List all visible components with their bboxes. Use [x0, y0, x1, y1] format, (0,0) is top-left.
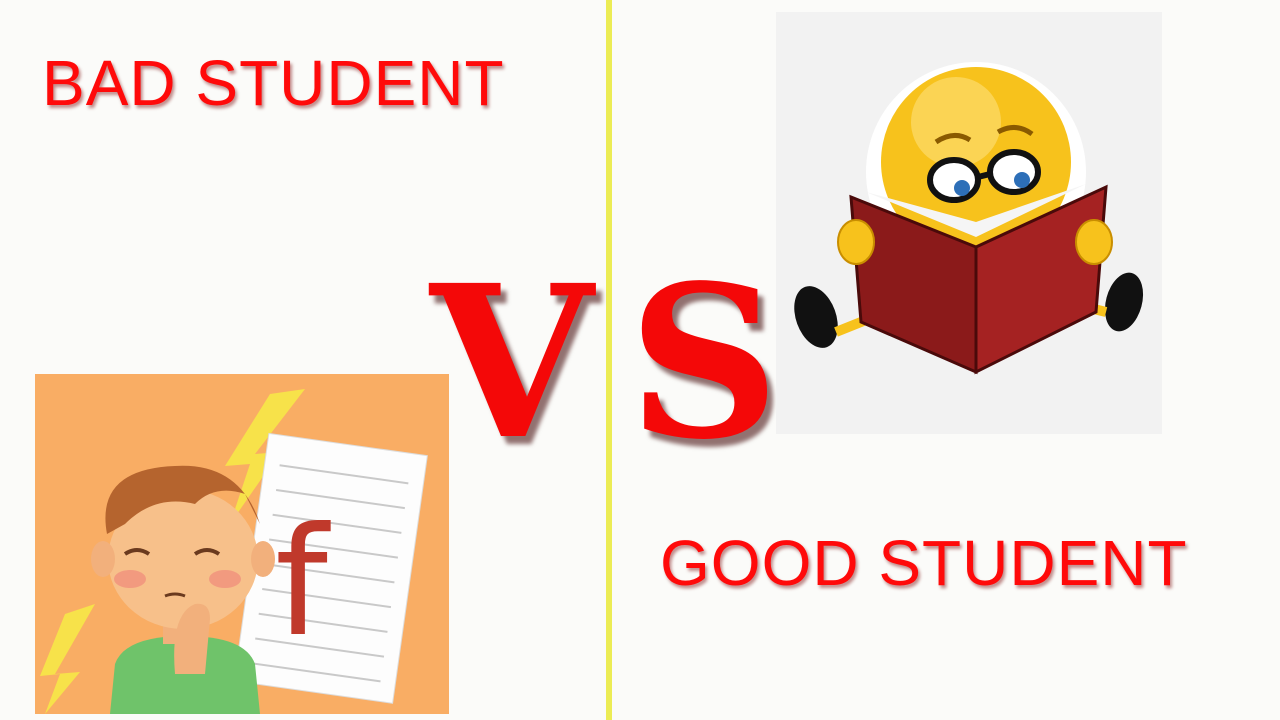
good-student-illustration: [776, 12, 1162, 434]
center-divider: [606, 0, 612, 720]
bad-student-illustration: f: [35, 374, 449, 714]
left-foot: [794, 286, 838, 348]
right-foot: [1104, 272, 1144, 332]
failing-grade-letter: f: [275, 496, 331, 670]
bad-student-title: BAD STUDENT: [42, 47, 505, 119]
good-student-title: GOOD STUDENT: [660, 527, 1188, 599]
lightning-bolt-icon: [40, 604, 95, 714]
versus-letter-v: V: [430, 239, 593, 486]
boy-character: [91, 465, 275, 714]
versus-letter-s: S: [628, 239, 780, 486]
